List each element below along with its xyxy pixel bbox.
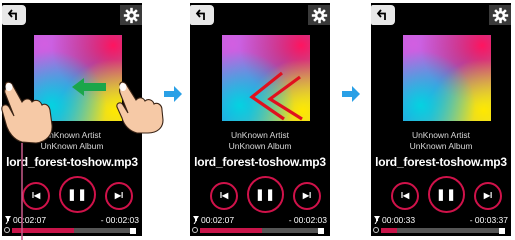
pause-icon: ❚❚ xyxy=(67,188,88,201)
hand-pointer-icon xyxy=(1,81,53,240)
right-arrow-icon xyxy=(342,86,360,102)
progress-bar[interactable] xyxy=(200,228,324,234)
player-screen-2: UnKnown Artist UnKnown Album lord_forest… xyxy=(190,3,330,236)
back-arrow-icon xyxy=(195,9,205,20)
track-filename: lord_forest-toshow.mp3 xyxy=(194,155,326,169)
progress-end-marker xyxy=(318,228,324,234)
remaining-time: - 00:02:03 xyxy=(288,215,327,225)
settings-button[interactable] xyxy=(308,5,330,25)
progress-fill xyxy=(381,228,398,233)
progress-bar[interactable] xyxy=(381,228,505,234)
loop-icon[interactable] xyxy=(373,227,379,233)
player-screen-3: UnKnown Artist UnKnown Album lord_forest… xyxy=(371,3,511,236)
album-name: UnKnown Album xyxy=(409,141,473,151)
pause-icon: ❚❚ xyxy=(255,188,276,201)
previous-track-icon: I◀ xyxy=(400,191,410,200)
progress-row xyxy=(371,227,511,234)
settings-button[interactable] xyxy=(489,5,511,25)
pause-button[interactable]: ❚❚ xyxy=(428,176,465,213)
elapsed-time: 00:00:33 xyxy=(382,215,416,225)
back-button[interactable] xyxy=(371,5,395,25)
top-bar xyxy=(2,3,142,27)
progress-end-marker xyxy=(130,228,136,234)
previous-track-button[interactable]: I◀ xyxy=(391,182,419,210)
artist-name: UnKnown Artist xyxy=(411,130,471,140)
elapsed-time: 00:02:07 xyxy=(201,215,235,225)
hand-pointer-icon xyxy=(116,81,164,134)
pin-icon xyxy=(193,216,199,224)
artist-name: UnKnown Artist xyxy=(230,130,290,140)
right-arrow-icon xyxy=(164,86,182,102)
remaining-time: - 00:03:37 xyxy=(469,215,508,225)
progress-end-marker xyxy=(499,228,505,234)
swipe-chevrons xyxy=(249,71,303,121)
previous-track-icon: I◀ xyxy=(219,191,229,200)
back-button[interactable] xyxy=(190,5,214,25)
progress-row xyxy=(190,227,330,234)
next-track-button[interactable]: ▶I xyxy=(474,182,502,210)
track-filename: lord_forest-toshow.mp3 xyxy=(375,155,507,169)
loop-icon[interactable] xyxy=(192,227,198,233)
pin-icon xyxy=(374,216,380,224)
gear-icon xyxy=(492,7,508,23)
top-bar xyxy=(190,3,330,27)
album-name: UnKnown Album xyxy=(228,141,292,151)
settings-button[interactable] xyxy=(120,5,142,25)
next-track-button[interactable]: ▶I xyxy=(105,182,133,210)
remaining-time: - 00:02:03 xyxy=(100,215,139,225)
album-art[interactable] xyxy=(222,35,310,121)
pause-icon: ❚❚ xyxy=(436,188,457,201)
album-art[interactable] xyxy=(403,35,491,121)
previous-track-button[interactable]: I◀ xyxy=(210,182,238,210)
next-track-icon: ▶I xyxy=(483,191,493,200)
time-row: 00:00:33 - 00:03:37 xyxy=(371,215,511,225)
time-row: 00:02:07 - 00:02:03 xyxy=(190,215,330,225)
gear-icon xyxy=(311,7,327,23)
next-track-icon: ▶I xyxy=(114,191,124,200)
back-arrow-icon xyxy=(376,9,386,20)
pause-button[interactable]: ❚❚ xyxy=(247,176,284,213)
progress-fill xyxy=(200,228,262,233)
gear-icon xyxy=(123,7,139,23)
back-button[interactable] xyxy=(2,5,26,25)
back-arrow-icon xyxy=(7,9,17,20)
next-track-button[interactable]: ▶I xyxy=(293,182,321,210)
next-track-icon: ▶I xyxy=(302,191,312,200)
top-bar xyxy=(371,3,511,27)
